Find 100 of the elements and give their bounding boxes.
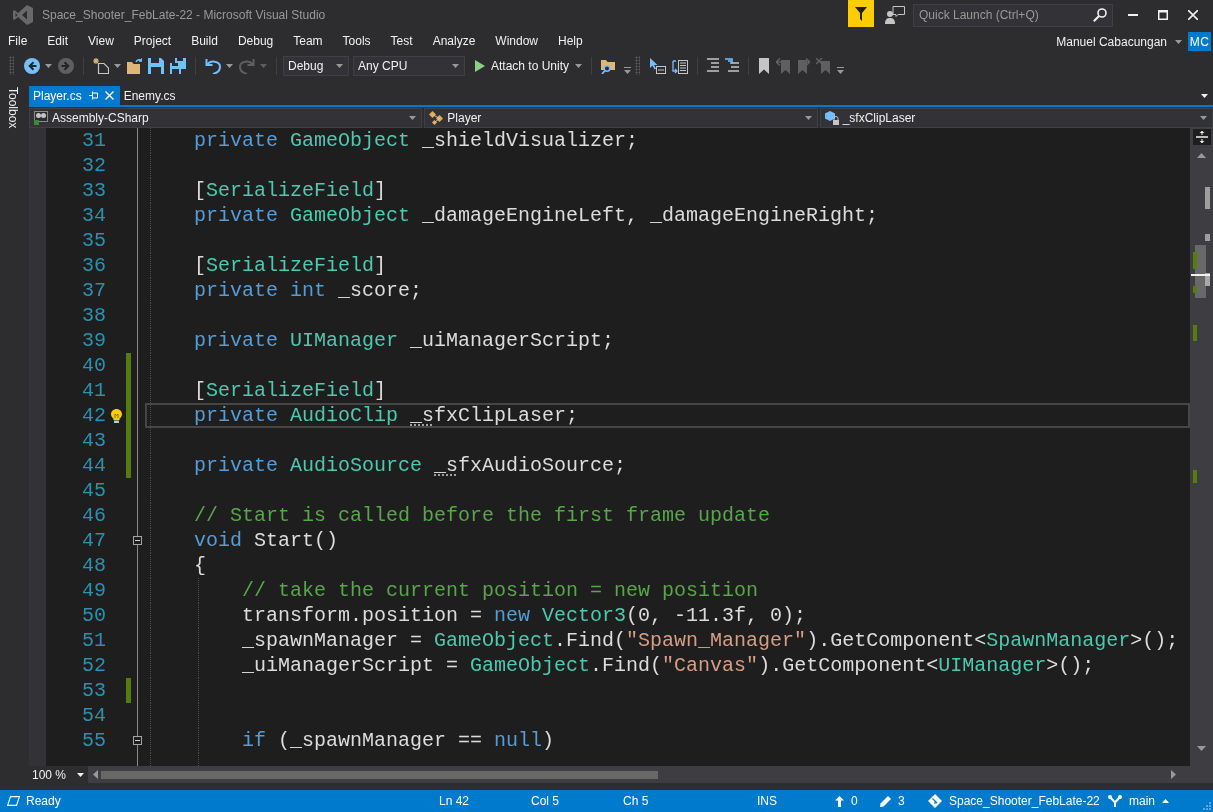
search-icon[interactable] bbox=[1093, 7, 1107, 22]
toolbar-grip[interactable] bbox=[9, 56, 14, 75]
toolbar-overflow-icon[interactable] bbox=[624, 66, 632, 74]
line-number: 52 bbox=[82, 653, 106, 678]
collapse-icon[interactable] bbox=[133, 536, 142, 545]
code-line: private AudioClip _sfxClipLaser; bbox=[194, 403, 579, 428]
down-arrow-icon[interactable] bbox=[1197, 745, 1206, 751]
save-icon[interactable] bbox=[148, 57, 164, 74]
funnel-icon bbox=[855, 6, 867, 21]
code-line: transform.position = new Vector3(0, -11.3f, 0); bbox=[242, 603, 807, 628]
horizontal-scrollbar[interactable] bbox=[88, 766, 1213, 783]
insert-mode-indicator: INS bbox=[757, 794, 777, 808]
account-badge[interactable]: MC bbox=[1188, 32, 1211, 51]
navigation-dropdown[interactable]: Player bbox=[424, 108, 818, 128]
code-line: [SerializeField] bbox=[194, 178, 387, 203]
line-number: 55 bbox=[82, 728, 106, 753]
branch-button[interactable]: main bbox=[1108, 794, 1169, 808]
char-indicator: Ch 5 bbox=[623, 794, 649, 808]
caret-icon[interactable] bbox=[45, 63, 52, 68]
code-line: _spawnManager = GameObject.Find("Spawn_Manager").GetComponent<SpawnManager>(); bbox=[242, 628, 1179, 653]
window-list-icon[interactable] bbox=[672, 57, 689, 74]
pin-icon[interactable] bbox=[88, 91, 98, 100]
menu-item[interactable]: File bbox=[0, 30, 38, 53]
document-tab[interactable]: Enemy.cs bbox=[119, 86, 182, 105]
caret-icon[interactable] bbox=[114, 63, 121, 68]
code-line: // Start is called before the first frame update bbox=[194, 503, 771, 528]
code-line: private GameObject _damageEngineLeft, _damageEngineRight; bbox=[194, 203, 879, 228]
code-line: [SerializeField] bbox=[194, 253, 387, 278]
line-number: 43 bbox=[82, 428, 106, 453]
menu-item[interactable]: Team bbox=[283, 30, 333, 53]
column-indicator: Col 5 bbox=[531, 794, 559, 808]
collapse-icon[interactable] bbox=[133, 736, 142, 745]
line-indicator: Ln 42 bbox=[439, 794, 470, 808]
text-lines-icon[interactable] bbox=[707, 57, 720, 74]
linked-diamonds-icon bbox=[429, 111, 444, 125]
attach-button[interactable]: Attach to Unity bbox=[469, 54, 574, 77]
menu-item[interactable]: Tools bbox=[332, 30, 381, 53]
line-number: 33 bbox=[82, 178, 106, 203]
line-number: 54 bbox=[82, 703, 106, 728]
toolbar-dropdown[interactable]: Any CPU bbox=[353, 55, 465, 76]
sparkle-document-icon[interactable] bbox=[93, 57, 109, 74]
account-name[interactable]: Manuel Cabacungan bbox=[1056, 34, 1167, 49]
caret-icon[interactable] bbox=[575, 63, 583, 68]
line-number: 36 bbox=[82, 253, 106, 278]
toolbar-grip[interactable] bbox=[635, 56, 641, 75]
line-number: 45 bbox=[82, 478, 106, 503]
left-arrow-icon[interactable] bbox=[93, 770, 98, 779]
menu-item[interactable]: Test bbox=[380, 30, 423, 53]
menu-item[interactable]: Window bbox=[485, 30, 548, 53]
line-number: 42 bbox=[82, 403, 106, 428]
menu-item[interactable]: Edit bbox=[37, 30, 79, 53]
filter-button[interactable] bbox=[848, 0, 874, 27]
maximize-icon[interactable] bbox=[1158, 10, 1168, 20]
menu-item[interactable]: Debug bbox=[227, 30, 284, 53]
logo-icon bbox=[13, 5, 33, 25]
text-lines-arrow-icon[interactable] bbox=[725, 57, 740, 74]
branch-icon bbox=[1108, 794, 1122, 808]
caret-icon[interactable] bbox=[1201, 93, 1208, 98]
play-icon bbox=[475, 59, 485, 72]
caret-icon[interactable] bbox=[226, 63, 233, 68]
scrollbar-thumb[interactable] bbox=[101, 770, 658, 779]
menu-item[interactable]: Project bbox=[123, 30, 182, 53]
pending-changes-button[interactable]: 3 bbox=[880, 794, 905, 808]
menu-item[interactable]: Analyze bbox=[422, 30, 486, 53]
caret-icon[interactable] bbox=[77, 772, 84, 777]
menu-item[interactable]: View bbox=[78, 30, 124, 53]
line-number: 38 bbox=[82, 303, 106, 328]
lightbulb-icon[interactable] bbox=[110, 408, 122, 423]
right-arrow-icon[interactable] bbox=[1171, 770, 1176, 779]
quick-launch-field[interactable]: Quick Launch (Ctrl+Q) bbox=[913, 3, 1113, 27]
up-arrow-icon[interactable] bbox=[1197, 152, 1206, 158]
menu-item[interactable]: Build bbox=[181, 30, 228, 53]
navigation-dropdown[interactable]: Assembly-CSharp bbox=[29, 108, 423, 128]
resize-grip-icon[interactable] bbox=[1203, 802, 1211, 810]
cursor-box-icon[interactable] bbox=[650, 57, 667, 74]
line-number: 37 bbox=[82, 278, 106, 303]
repository-button[interactable]: Space_Shooter_FebLate-22 bbox=[928, 794, 1100, 808]
navigation-dropdown[interactable]: _sfxClipLaser bbox=[819, 108, 1213, 128]
toolbox-tab[interactable]: Toolbox bbox=[5, 87, 20, 129]
window-circles-icon bbox=[34, 111, 48, 125]
vertical-scrollbar[interactable] bbox=[1190, 128, 1213, 766]
unpushed-commits-button[interactable]: 0 bbox=[835, 794, 858, 808]
code-editor[interactable] bbox=[29, 128, 1190, 766]
document-tab[interactable]: Player.cs bbox=[29, 86, 120, 105]
line-number: 49 bbox=[82, 578, 106, 603]
toolbar-dropdown[interactable]: Debug bbox=[283, 55, 349, 76]
person-speech-icon[interactable] bbox=[885, 6, 905, 24]
save-all-icon[interactable] bbox=[170, 57, 186, 74]
open-folder-icon[interactable] bbox=[127, 57, 142, 74]
line-number: 44 bbox=[82, 453, 106, 478]
folder-search-icon[interactable] bbox=[601, 57, 618, 74]
caret-icon[interactable] bbox=[1175, 39, 1182, 44]
toolbar-overflow-icon[interactable] bbox=[837, 66, 845, 74]
split-handle-icon[interactable] bbox=[1192, 129, 1211, 145]
bookmark-icon[interactable] bbox=[758, 57, 771, 74]
code-line: { bbox=[194, 553, 206, 578]
undo-icon[interactable] bbox=[205, 57, 221, 74]
close-icon[interactable] bbox=[1188, 10, 1198, 20]
line-number: 46 bbox=[82, 503, 106, 528]
menu-item[interactable]: Help bbox=[548, 30, 593, 53]
